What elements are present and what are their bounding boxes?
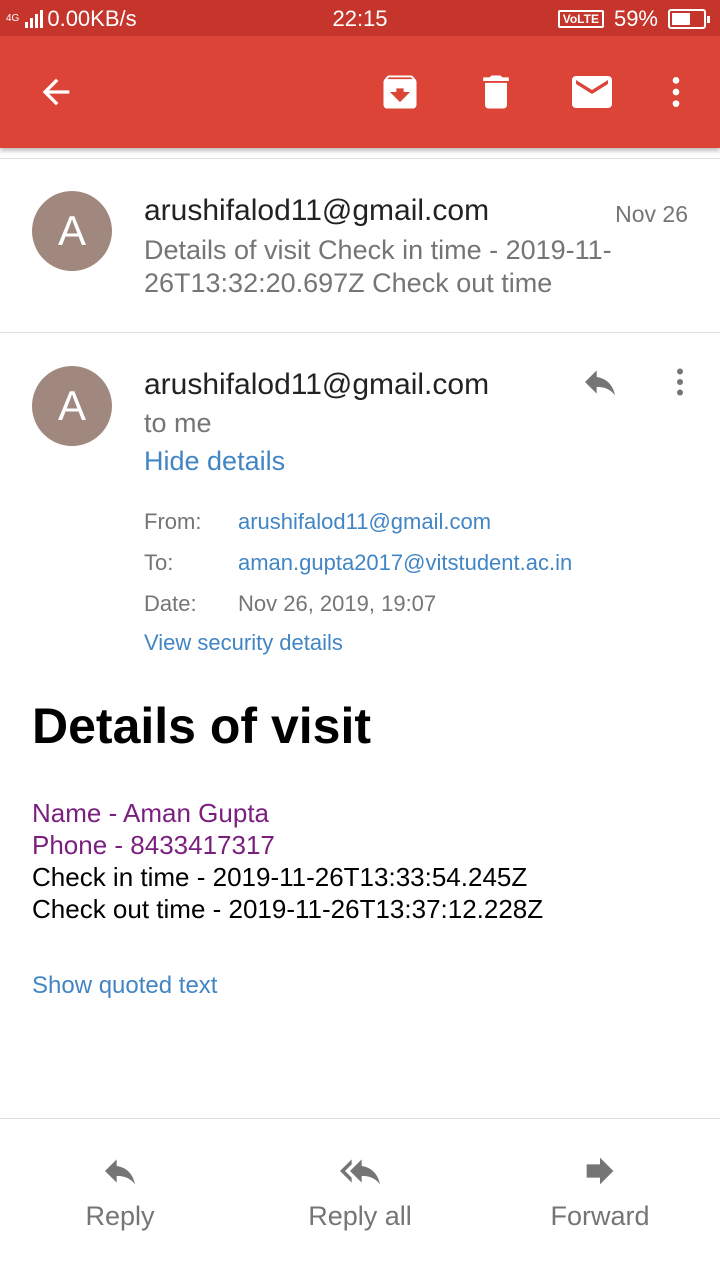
divider [0,158,720,159]
view-security-details-link[interactable]: View security details [144,630,343,656]
forward-button[interactable]: Forward [480,1149,720,1232]
reply-icon[interactable] [576,362,624,402]
show-quoted-text-link[interactable]: Show quoted text [32,972,217,1000]
email-body: Name - Aman Gupta Phone - 8433417317 Che… [32,797,543,925]
reply-all-button[interactable]: Reply all [240,1149,480,1232]
body-checkout-line: Check out time - 2019-11-26T13:37:12.228… [32,894,544,924]
status-bar: 4G 0.00KB/s 22:15 VoLTE 59% [0,0,720,36]
battery-percent: 59% [613,6,658,31]
reply-button[interactable]: Reply [0,1149,240,1232]
sender-email: arushifalod11@gmail.com [144,368,490,401]
email-body-title: Details of visit [32,698,371,754]
forward-label: Forward [550,1201,650,1231]
body-name-line: Name - Aman Gupta [32,798,269,828]
mail-icon[interactable] [560,36,624,148]
more-vertical-icon[interactable] [660,362,700,402]
archive-icon[interactable] [372,36,428,148]
avatar: A [32,191,112,271]
forward-icon [480,1149,720,1193]
more-vertical-icon[interactable] [656,36,696,148]
bottom-action-bar: Reply Reply all Forward [0,1118,720,1280]
sender-email: arushifalod11@gmail.com [144,194,490,227]
from-email-link[interactable]: arushifalod11@gmail.com [238,509,491,535]
to-email-link[interactable]: aman.gupta2017@vitstudent.ac.in [238,550,572,576]
hide-details-link[interactable]: Hide details [144,446,285,477]
reply-all-label: Reply all [308,1201,412,1231]
full-date: Nov 26, 2019, 19:07 [238,591,437,616]
from-label: From: [144,509,202,534]
to-label: To: [144,550,174,575]
reply-icon [0,1149,240,1193]
date-label: Date: [144,591,197,616]
avatar: A [32,366,112,446]
body-phone-line: Phone - 8433417317 [32,830,275,860]
trash-icon[interactable] [468,36,524,148]
app-bar [0,36,720,148]
battery-icon [668,9,710,29]
body-checkin-line: Check in time - 2019-11-26T13:33:54.245Z [32,862,528,892]
arrow-left-icon[interactable] [28,36,84,148]
message-date: Nov 26 [615,201,688,227]
divider [0,332,720,333]
reply-label: Reply [85,1201,155,1231]
recipient-summary: to me [144,408,212,438]
reply-all-icon [240,1149,480,1193]
volte-badge: VoLTE [557,10,604,28]
message-snippet: Details of visit Check in time - 2019-11… [144,235,612,298]
